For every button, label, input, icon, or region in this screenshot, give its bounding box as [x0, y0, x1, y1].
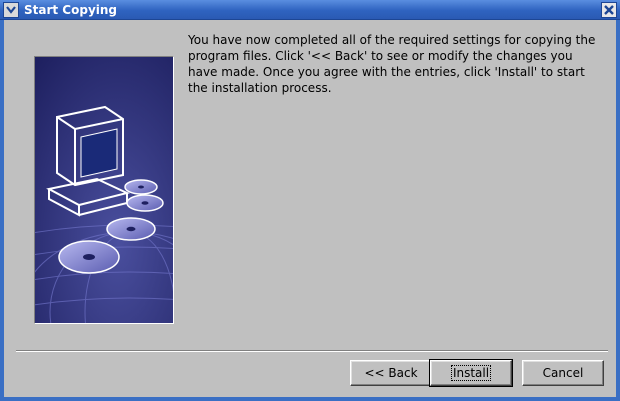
- instruction-text: You have now completed all of the requir…: [188, 33, 596, 95]
- back-button[interactable]: << Back: [350, 360, 432, 386]
- cancel-button[interactable]: Cancel: [522, 360, 604, 386]
- installer-illustration: [34, 56, 174, 324]
- install-button-label: Install: [450, 365, 492, 381]
- computer-discs-icon: [35, 57, 173, 323]
- start-copying-dialog: Start Copying You have now completed all…: [0, 0, 620, 401]
- close-icon: [604, 5, 614, 15]
- chevron-down-icon: [6, 6, 16, 14]
- window-title: Start Copying: [24, 3, 118, 17]
- close-button[interactable]: [601, 2, 617, 18]
- window-menu-button[interactable]: [3, 2, 19, 18]
- button-separator: [16, 350, 608, 352]
- install-button[interactable]: Install: [429, 359, 513, 387]
- title-bar[interactable]: Start Copying: [0, 0, 620, 20]
